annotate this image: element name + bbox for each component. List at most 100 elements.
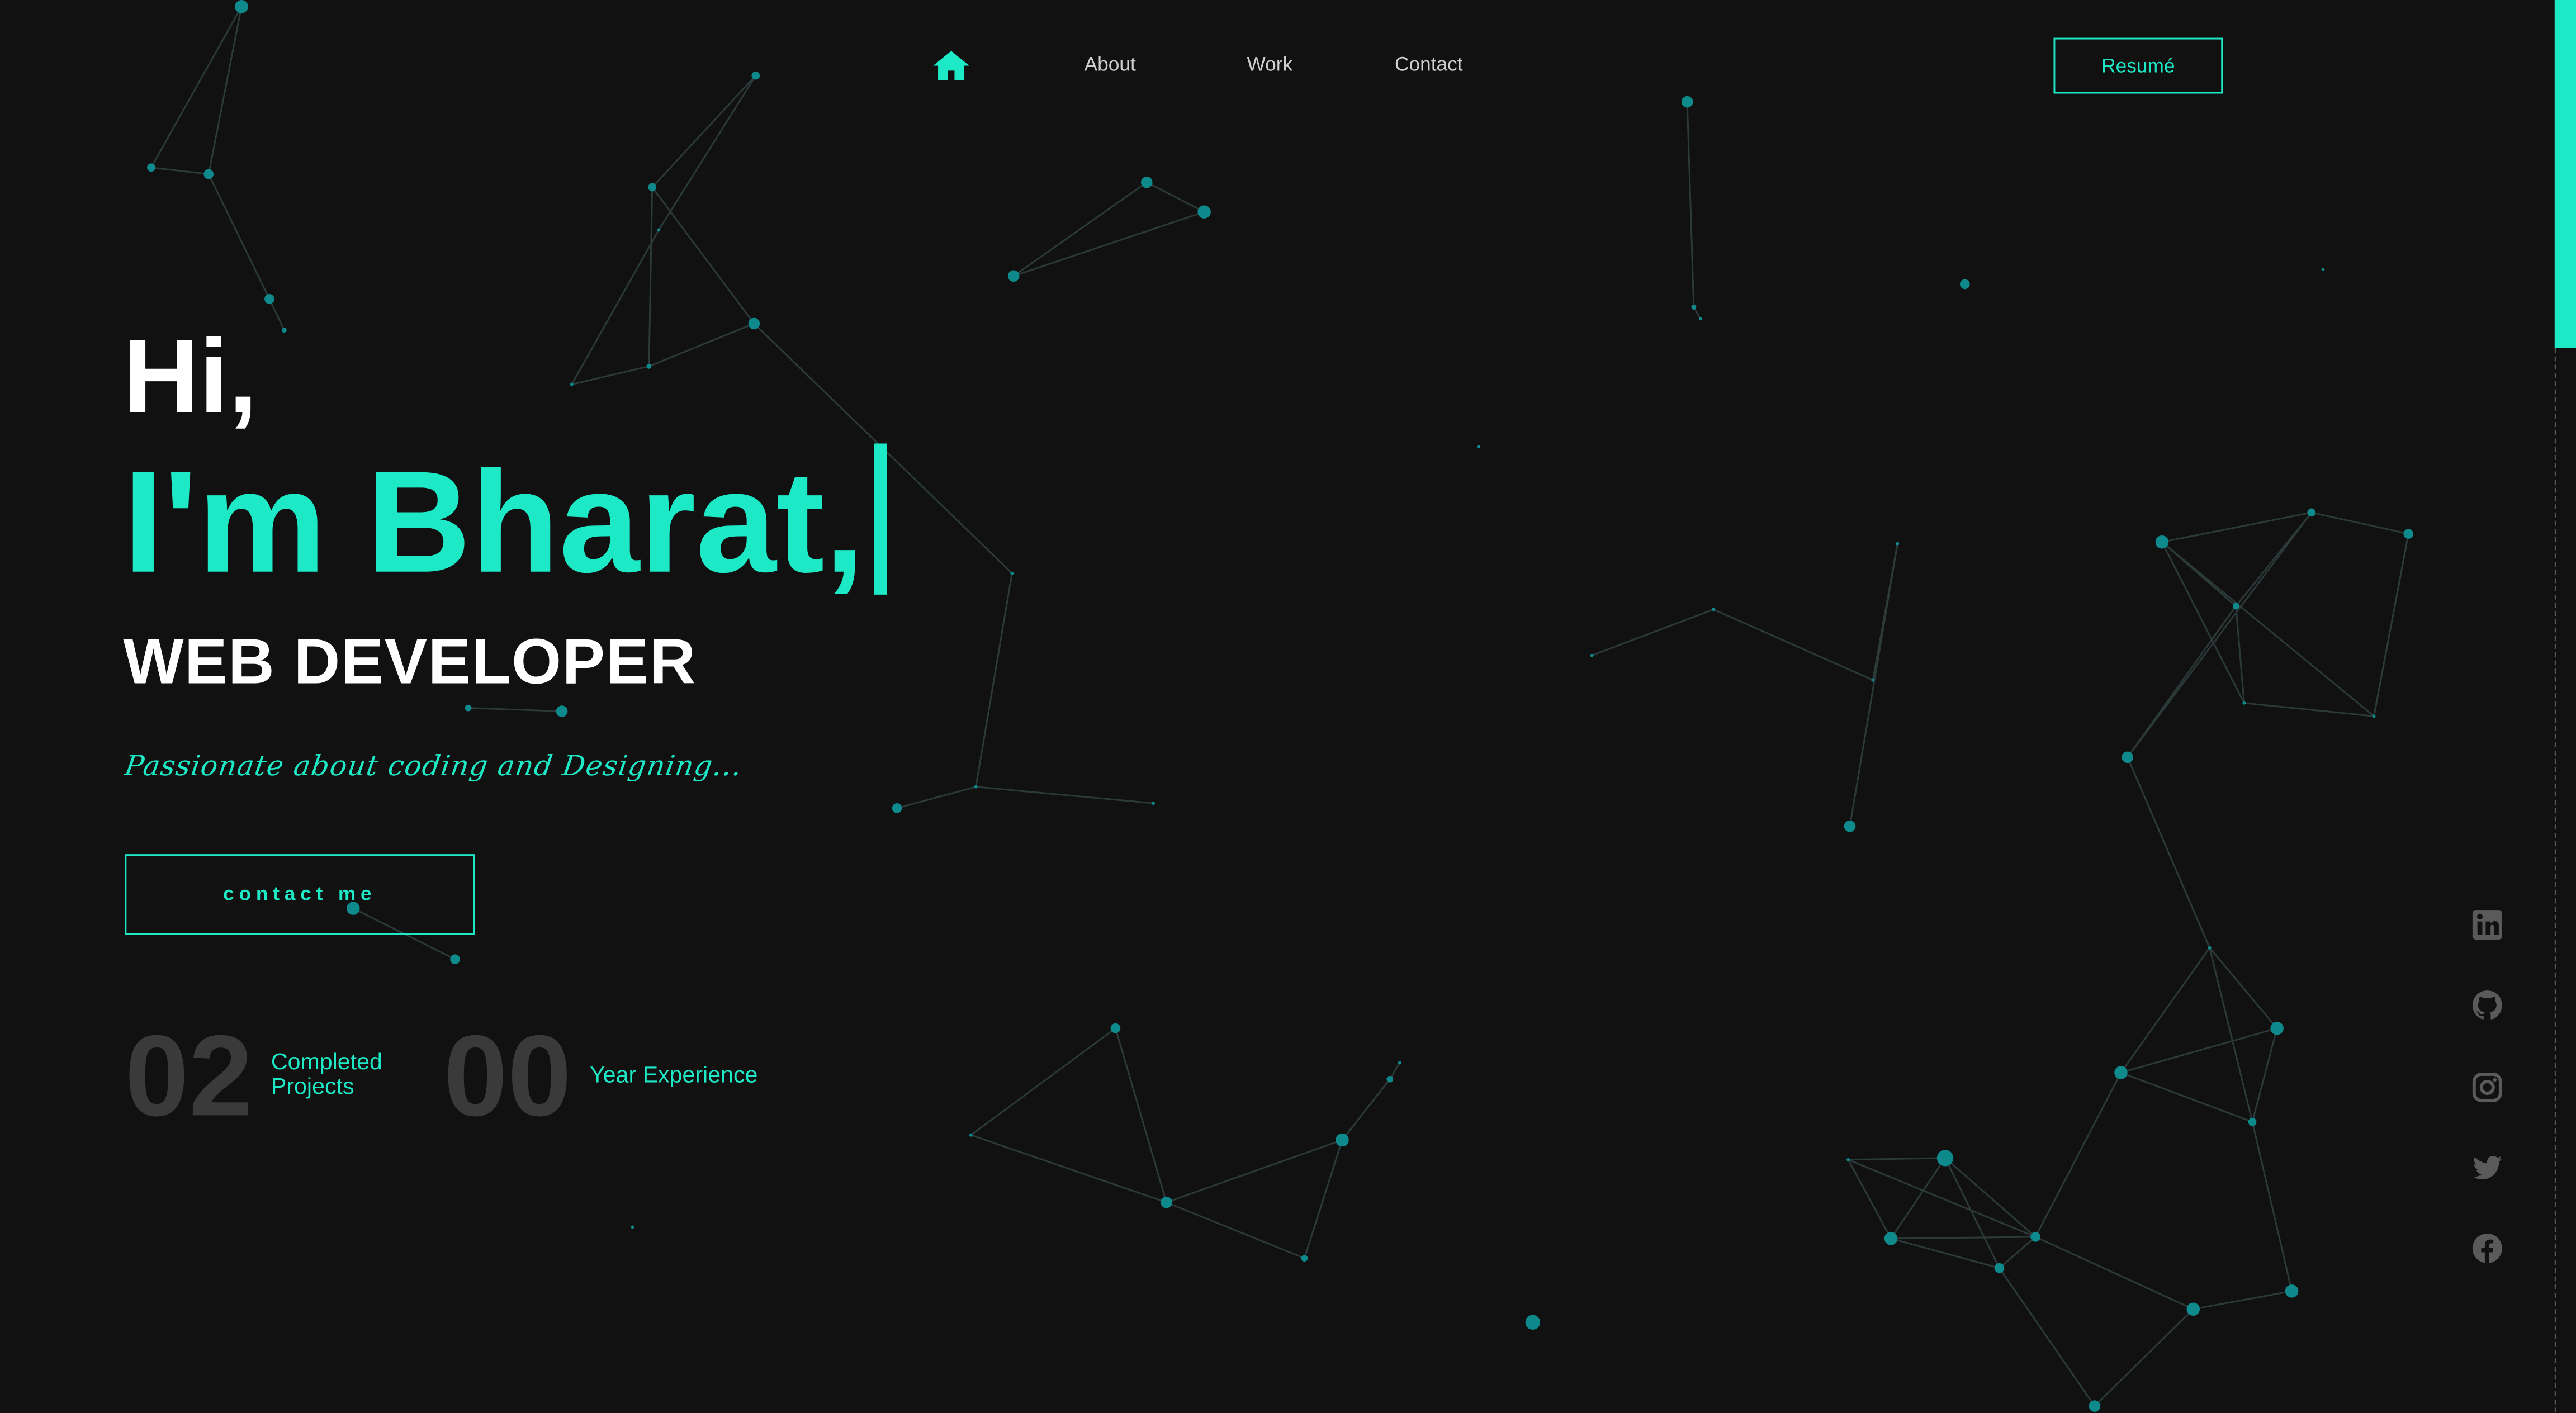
network-link	[2251, 1121, 2293, 1292]
network-link	[1891, 1237, 2000, 1269]
github-icon[interactable]	[2471, 989, 2504, 1022]
network-particle	[969, 1133, 973, 1137]
network-link	[2311, 511, 2409, 535]
network-link	[2035, 1236, 2194, 1310]
network-particle	[1712, 608, 1716, 611]
network-link	[2373, 533, 2409, 717]
network-particle	[465, 704, 472, 712]
network-particle	[147, 163, 155, 172]
network-particle	[2372, 714, 2376, 718]
network-link	[2162, 511, 2312, 543]
network-link	[976, 786, 1154, 804]
network-link	[1592, 608, 1714, 656]
network-particle	[748, 317, 760, 330]
network-particle	[556, 705, 568, 717]
network-particle	[2208, 946, 2212, 950]
network-particle	[1698, 317, 1702, 321]
hero-page: About Work Contact Resumé Hi, I'm Bharat…	[0, 0, 2576, 1413]
network-particle	[1846, 1158, 1850, 1161]
network-particle	[1336, 1133, 1349, 1147]
network-particle	[2122, 751, 2134, 764]
network-particle	[2232, 603, 2239, 610]
network-link	[2094, 1308, 2194, 1407]
network-particle	[1386, 1075, 1394, 1083]
network-link	[151, 167, 209, 175]
network-link	[2127, 512, 2313, 758]
network-link	[1341, 1078, 1391, 1141]
network-particle	[1844, 820, 1856, 832]
network-particle	[2030, 1232, 2040, 1242]
nav-link-work[interactable]: Work	[1247, 53, 1293, 75]
network-particle	[1010, 571, 1014, 575]
network-link	[571, 365, 650, 386]
network-particle	[892, 803, 902, 813]
network-particle	[450, 954, 460, 965]
hero-role: WEB DEVELOPER	[123, 627, 697, 698]
network-link	[648, 323, 755, 367]
network-link	[1013, 211, 1205, 277]
network-link	[268, 298, 285, 331]
scrollbar-track[interactable]	[2554, 348, 2556, 1413]
network-link	[2120, 947, 2210, 1073]
network-link	[1999, 1236, 2037, 1269]
instagram-icon[interactable]	[2471, 1071, 2504, 1104]
twitter-icon[interactable]	[2471, 1151, 2504, 1184]
network-link	[207, 173, 271, 300]
home-icon[interactable]	[931, 49, 971, 82]
hero-name: I'm Bharat,	[123, 443, 888, 601]
network-particle	[1590, 653, 1594, 657]
network-link	[897, 786, 977, 809]
typing-cursor	[874, 443, 888, 595]
network-particle	[1936, 1150, 1954, 1167]
network-particle	[657, 228, 661, 232]
network-link	[2244, 702, 2374, 717]
network-link	[1166, 1201, 1305, 1259]
network-particle	[1110, 1023, 1121, 1033]
network-particle	[2114, 1066, 2128, 1079]
scrollbar-thumb[interactable]	[2554, 0, 2576, 349]
network-link	[1999, 1267, 2096, 1407]
network-link	[1713, 608, 1873, 681]
network-link	[1686, 102, 1695, 307]
contact-me-button[interactable]: contact me	[125, 854, 475, 935]
nav-link-contact[interactable]: Contact	[1395, 53, 1463, 75]
network-link	[1890, 1158, 1946, 1239]
network-link	[1944, 1157, 2037, 1238]
resume-button[interactable]: Resumé	[2053, 37, 2223, 94]
network-link	[571, 229, 660, 385]
network-link	[1848, 1157, 1945, 1161]
network-link	[1115, 1028, 1167, 1203]
network-particle	[646, 363, 652, 369]
network-particle	[570, 382, 574, 386]
network-particle	[1525, 1315, 1541, 1330]
network-particle	[648, 183, 657, 192]
network-link	[1891, 1236, 2036, 1240]
network-particle	[2307, 508, 2316, 517]
network-particle	[1197, 205, 1211, 219]
network-particle	[2270, 1021, 2284, 1035]
network-particle	[1398, 1061, 1401, 1065]
network-link	[2251, 1028, 2278, 1122]
network-particle	[1959, 279, 1970, 290]
network-particle	[2186, 1302, 2200, 1316]
network-particle	[1884, 1232, 1898, 1245]
facebook-icon[interactable]	[2471, 1232, 2504, 1265]
nav-link-about[interactable]: About	[1085, 53, 1136, 75]
network-particle	[1161, 1196, 1172, 1208]
network-link	[970, 1134, 1167, 1203]
network-link	[1166, 1139, 1343, 1203]
stat-label-experience: Year Experience	[590, 1061, 758, 1088]
network-particle	[264, 294, 274, 304]
stat-value-experience: 00	[443, 1012, 572, 1140]
network-particle	[631, 1225, 634, 1229]
network-link	[1849, 543, 1898, 827]
network-particle	[1896, 542, 1900, 546]
linkedin-icon[interactable]	[2471, 908, 2504, 941]
network-link	[2127, 757, 2211, 949]
network-link	[2193, 1290, 2292, 1310]
network-link	[651, 187, 755, 324]
network-particle	[282, 328, 287, 333]
top-navigation: About Work Contact Resumé	[0, 0, 2576, 131]
network-particle	[974, 785, 978, 789]
hero-tagline: Passionate about coding and Designing...	[122, 751, 745, 784]
